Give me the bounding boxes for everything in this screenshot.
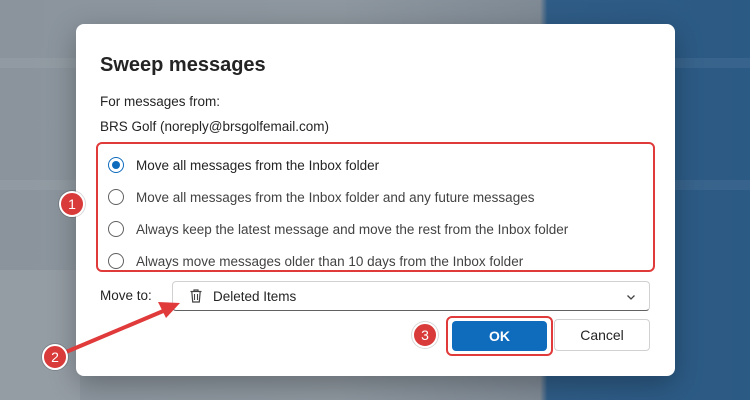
radio-icon[interactable] [108, 253, 124, 269]
move-to-label: Move to: [100, 288, 152, 303]
option-move-all[interactable]: Move all messages from the Inbox folder [108, 155, 379, 175]
sweep-options-group: Move all messages from the Inbox folder … [96, 142, 655, 272]
option-label: Move all messages from the Inbox folder [136, 157, 380, 173]
ok-highlight: OK [446, 316, 553, 356]
step-badge-2: 2 [42, 344, 68, 370]
dialog-title: Sweep messages [100, 54, 266, 76]
from-label: For messages from: [100, 94, 221, 109]
option-older-than[interactable]: Always move messages older than 10 days … [108, 251, 523, 271]
radio-selected-icon[interactable] [108, 157, 124, 173]
option-label: Always keep the latest message and move … [136, 221, 569, 237]
step-badge-1: 1 [59, 191, 85, 217]
step-badge-3: 3 [412, 322, 438, 348]
trash-icon [187, 287, 205, 305]
cancel-button[interactable]: Cancel [554, 319, 650, 351]
option-move-all-future[interactable]: Move all messages from the Inbox folder … [108, 187, 534, 207]
chevron-down-icon [625, 290, 637, 302]
dropdown-value: Deleted Items [213, 288, 297, 304]
option-keep-latest[interactable]: Always keep the latest message and move … [108, 219, 568, 239]
sweep-dialog: Sweep messages For messages from: BRS Go… [76, 24, 675, 376]
radio-icon[interactable] [108, 189, 124, 205]
background-block [0, 270, 80, 400]
move-to-dropdown[interactable]: Deleted Items [172, 281, 650, 311]
option-label: Always move messages older than 10 days … [136, 253, 524, 269]
sender-address: BRS Golf (noreply@brsgolfemail.com) [100, 119, 330, 134]
option-label: Move all messages from the Inbox folder … [136, 189, 535, 205]
radio-icon[interactable] [108, 221, 124, 237]
ok-button[interactable]: OK [452, 321, 547, 351]
